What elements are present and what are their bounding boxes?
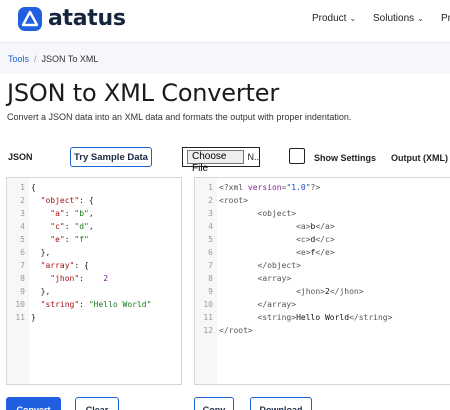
code-text: <string>Hello World</string> [257,313,393,322]
brand-logo[interactable]: atatus [18,7,126,31]
line-number: 8 [20,274,25,283]
line-number: 6 [208,248,213,257]
xml-output-editor[interactable]: 1 <?xml version="1.0"?> 2 <root> 3 <object> 4… [194,177,450,385]
line-number: 12 [203,326,213,335]
line-number: 2 [20,196,25,205]
line-number: 2 [208,196,213,205]
line-number: 4 [20,222,25,231]
json-input-editor[interactable]: 1 {2 "object": { 3 "a": "b", 4 "c": "d", 5 "… [6,177,182,385]
line-number: 5 [208,235,213,244]
line-number: 5 [20,235,25,244]
show-settings-checkbox[interactable] [289,148,305,164]
choose-file-button[interactable]: Choose File [187,150,245,174]
code-text: </array> [257,300,297,309]
code-text: "string": "Hello World" [40,300,152,309]
page-title: JSON to XML Converter [7,79,279,107]
brand-name: atatus [48,6,126,31]
chevron-down-icon: ⌄ [417,14,424,23]
top-navigation-bar: atatus Product ⌄ Solutions ⌄ Pr [0,0,450,40]
breadcrumb-current: JSON To XML [41,54,99,64]
breadcrumb: Tools / JSON To XML [8,54,98,64]
nav-item-label: Pr [441,13,450,24]
code-text: <jhon>2</jhon> [296,287,364,296]
code-text: }, [40,248,51,257]
nav-item-pricing[interactable]: Pr [441,13,450,24]
code-text: <?xml version="1.0"?> [219,183,321,192]
nav-item-solutions[interactable]: Solutions ⌄ [373,13,424,24]
line-number: 11 [15,313,25,322]
breadcrumb-separator: / [34,54,37,64]
show-settings-label[interactable]: Show Settings [314,153,376,163]
breadcrumb-tools-link[interactable]: Tools [8,54,29,64]
line-number: 3 [20,209,25,218]
code-text: <e>f</e> [296,248,335,257]
json-input-label: JSON [8,152,33,162]
line-number: 4 [208,222,213,231]
code-text: </root> [219,326,253,335]
code-text: </object> [257,261,301,270]
chevron-down-icon: ⌄ [349,14,357,23]
atatus-logo-icon [18,7,42,31]
nav-item-product[interactable]: Product ⌄ [312,13,356,24]
code-text: <array> [257,274,292,283]
convert-button[interactable]: Convert [6,397,61,410]
code-text: <a>b</a> [296,222,335,231]
line-number: 1 [208,183,213,192]
code-text: } [31,313,36,322]
code-text: { [31,183,36,192]
line-number: 10 [15,300,25,309]
nav-item-label: Solutions [373,13,415,24]
breadcrumb-bar: Tools / JSON To XML [0,42,450,74]
code-text: <c>d</c> [296,235,335,244]
code-text: "e": "f" [50,235,89,244]
code-text: "array": { [40,261,89,270]
nav-item-label: Product [312,13,347,24]
code-text: <object> [257,209,297,218]
code-text: }, [40,287,51,296]
line-number: 7 [208,261,213,270]
code-text: "c": "d", [50,222,94,231]
line-number: 6 [20,248,25,257]
code-text: "object": { [40,196,94,205]
line-number: 7 [20,261,25,270]
output-xml-label: Output (XML) [391,153,448,163]
download-button[interactable]: Download [250,397,312,410]
file-input[interactable]: Choose File N.. [182,147,260,174]
code-text: "a": "b", [50,209,94,218]
file-name-text: N.. [247,152,259,162]
code-text: "jhon": 2 [50,274,109,283]
line-number: 9 [20,287,25,296]
page-description: Convert a JSON data into an XML data and… [7,112,352,122]
line-number: 1 [20,183,25,192]
line-number: 10 [203,300,213,309]
line-number: 11 [203,313,213,322]
try-sample-data-button[interactable]: Try Sample Data [70,147,152,167]
line-number: 9 [208,287,213,296]
clear-button[interactable]: Clear [75,397,119,410]
line-number: 8 [208,274,213,283]
copy-button[interactable]: Copy [194,397,234,410]
code-text: <root> [219,196,248,205]
line-number: 3 [208,209,213,218]
